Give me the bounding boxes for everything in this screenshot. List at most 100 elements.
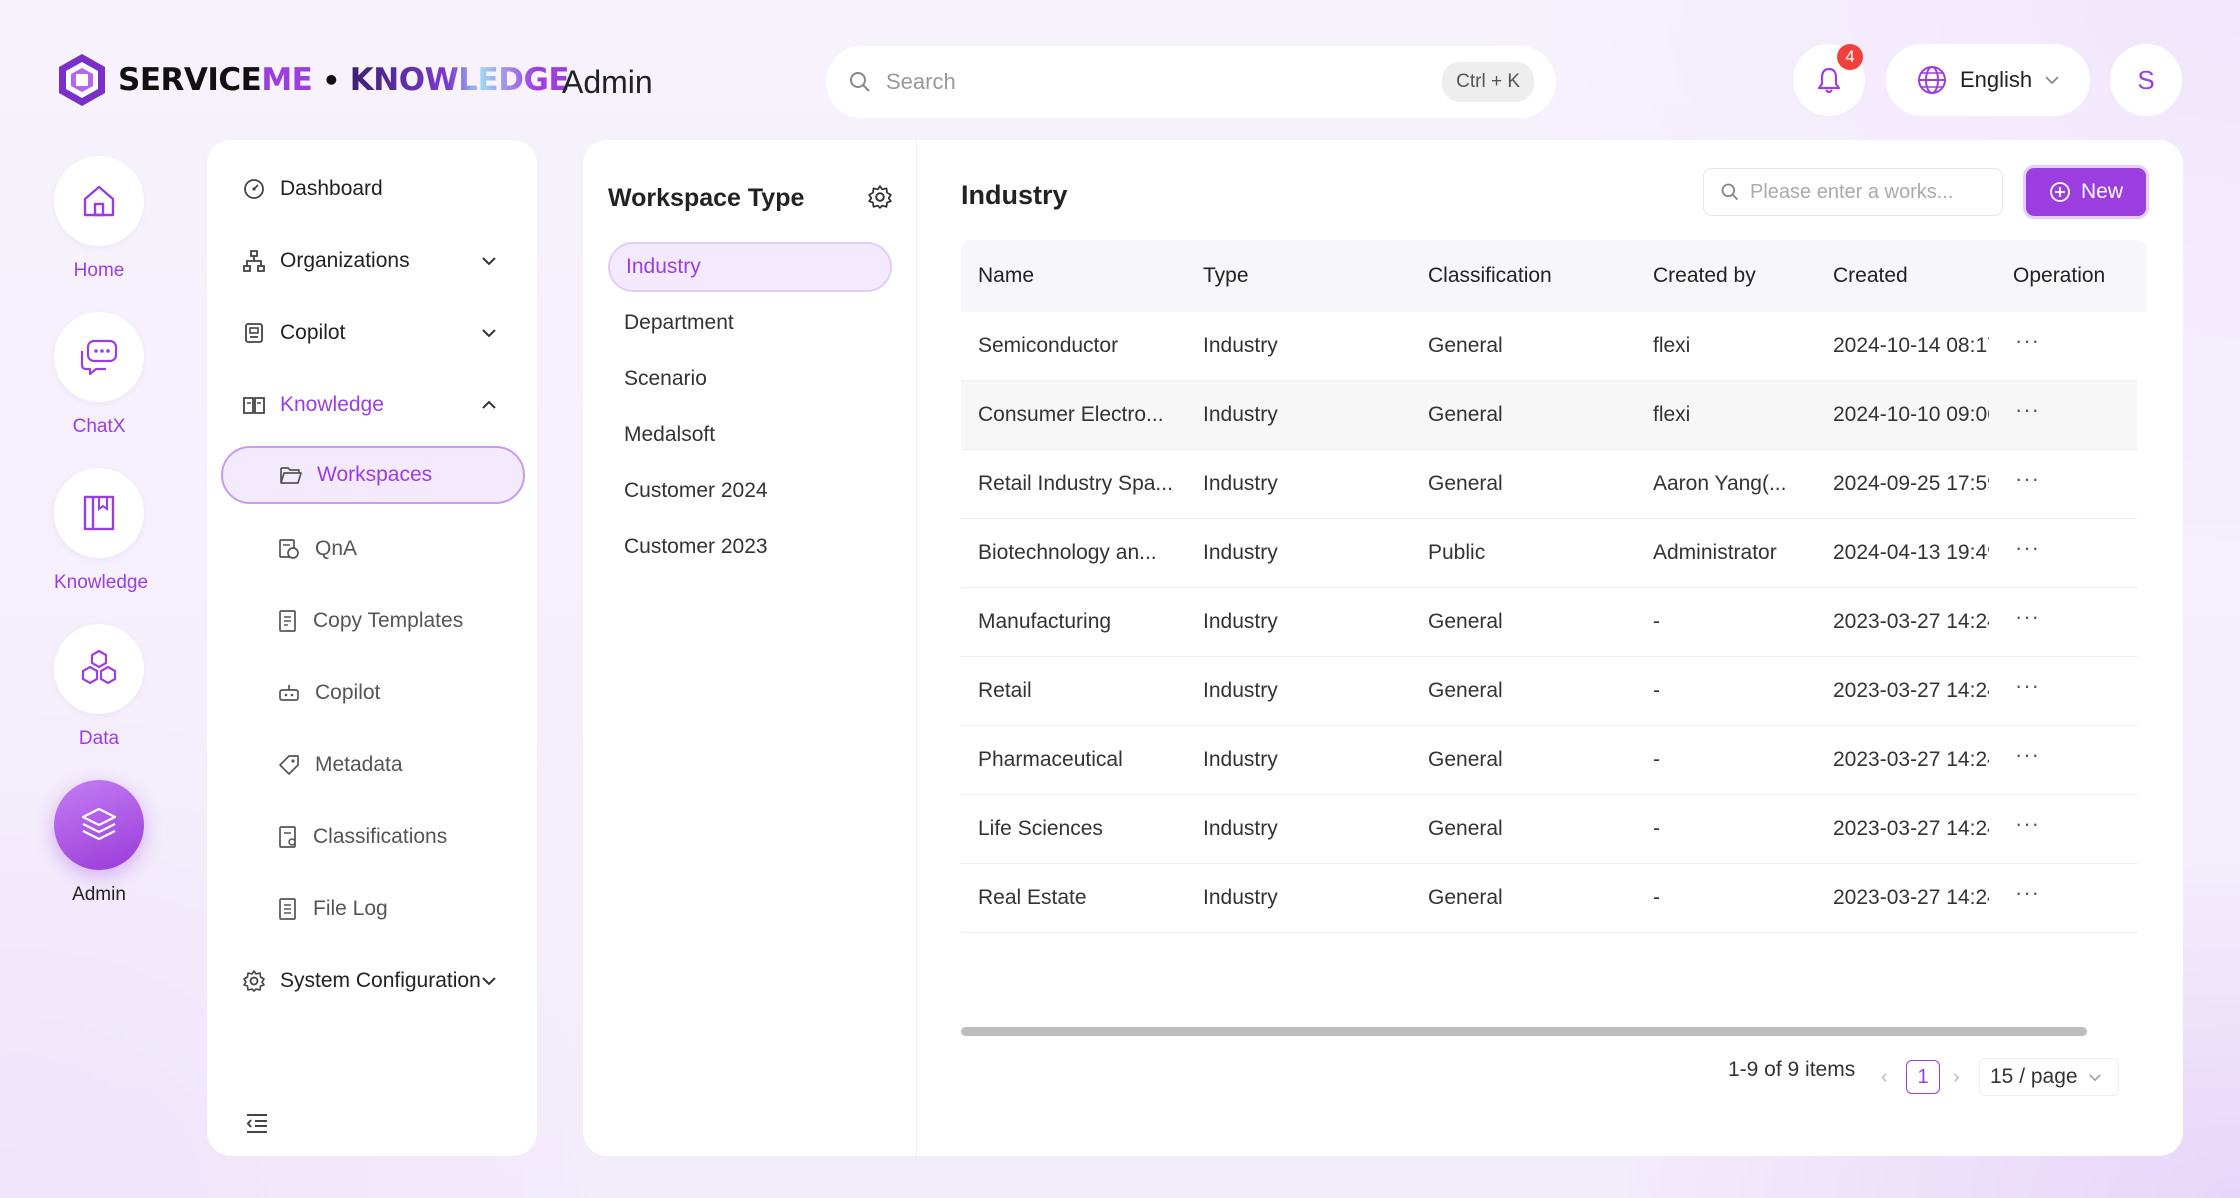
cell-name: Life Sciences — [978, 817, 1103, 840]
nav-file-log[interactable]: File Log — [221, 880, 525, 938]
brand-logo[interactable]: SERVICE ME • KNOWLEDGE — [56, 52, 570, 108]
globe-icon — [1916, 64, 1948, 96]
more-actions-icon[interactable]: ··· — [2015, 604, 2040, 630]
cell-name: Biotechnology an... — [978, 541, 1157, 564]
table-row[interactable]: Real Estate Industry General - 2023-03-2… — [961, 864, 2137, 933]
new-workspace-button[interactable]: New — [2026, 168, 2146, 216]
workspace-type-item[interactable]: Department — [608, 298, 892, 348]
table-row[interactable]: Semiconductor Industry General flexi 202… — [961, 312, 2137, 381]
gear-icon — [242, 969, 266, 993]
horizontal-scrollbar[interactable] — [961, 1027, 2087, 1036]
column-header[interactable]: Created — [1833, 264, 1908, 288]
column-header[interactable]: Classification — [1428, 264, 1552, 288]
workspace-type-settings-button[interactable] — [867, 184, 893, 210]
pagination-summary: 1-9 of 9 items — [1728, 1058, 1856, 1081]
more-actions-icon[interactable]: ··· — [2015, 673, 2040, 699]
collapse-sidebar-button[interactable] — [245, 1112, 269, 1134]
rail-label: Knowledge — [54, 572, 149, 593]
cell-type: Industry — [1203, 334, 1278, 357]
cell-created-by: - — [1653, 610, 1660, 633]
column-header[interactable]: Type — [1203, 264, 1249, 288]
more-actions-icon[interactable]: ··· — [2015, 742, 2040, 768]
column-header[interactable]: Name — [978, 264, 1034, 288]
user-avatar[interactable]: S — [2110, 44, 2182, 116]
table-row[interactable]: Pharmaceutical Industry General - 2023-0… — [961, 726, 2137, 795]
cell-created: 2023-03-27 14:24 — [1833, 886, 1989, 909]
bell-icon — [1814, 65, 1844, 95]
nav-label: Organizations — [280, 249, 410, 272]
workspace-type-item[interactable]: Scenario — [608, 354, 892, 404]
nav-system-configuration[interactable]: System Configuration — [242, 959, 517, 1003]
workspace-search-input[interactable]: Please enter a works... — [1750, 181, 1953, 204]
cell-created: 2023-03-27 14:24 — [1833, 610, 1989, 633]
workspace-type-item[interactable]: Industry — [608, 242, 892, 292]
workspace-type-item[interactable]: Customer 2024 — [608, 466, 892, 516]
language-selector[interactable]: English — [1886, 44, 2090, 116]
nav-workspaces[interactable]: Workspaces — [221, 446, 525, 504]
workspace-type-title: Workspace Type — [608, 184, 805, 212]
gear-icon — [867, 184, 893, 210]
home-icon — [79, 181, 119, 221]
column-header[interactable]: Operation — [2013, 264, 2105, 288]
page-size-select[interactable]: 15 / page — [1979, 1058, 2119, 1096]
table-row[interactable]: Consumer Electro... Industry General fle… — [961, 381, 2137, 450]
cell-classification: General — [1428, 610, 1503, 633]
more-actions-icon[interactable]: ··· — [2015, 328, 2040, 354]
rail-label: Data — [78, 728, 120, 749]
cell-classification: General — [1428, 403, 1503, 426]
bot-icon — [277, 682, 301, 704]
chat-icon — [78, 337, 120, 377]
cell-created: 2024-04-13 19:49 — [1833, 541, 1989, 564]
more-actions-icon[interactable]: ··· — [2015, 811, 2040, 837]
nav-copy-templates[interactable]: Copy Templates — [221, 592, 525, 650]
cell-created: 2023-03-27 14:24 — [1833, 748, 1989, 771]
notifications-button[interactable]: 4 — [1793, 44, 1865, 116]
nav-knowledge[interactable]: Knowledge — [242, 383, 517, 427]
page-title: Admin — [562, 64, 653, 100]
chevron-left-icon[interactable]: ‹ — [1881, 1066, 1888, 1089]
page-number-current[interactable]: 1 — [1906, 1060, 1940, 1094]
rail-home[interactable]: Home — [54, 156, 144, 282]
plus-circle-icon — [2049, 181, 2071, 203]
table-row[interactable]: Retail Industry Spa... Industry General … — [961, 450, 2137, 519]
nav-label: QnA — [315, 537, 358, 560]
rail-knowledge[interactable]: Knowledge — [54, 468, 149, 594]
workspace-type-item[interactable]: Customer 2023 — [608, 522, 892, 572]
column-header[interactable]: Created by — [1653, 264, 1756, 288]
folder-open-icon — [279, 464, 303, 486]
table-row[interactable]: Biotechnology an... Industry Public Admi… — [961, 519, 2137, 588]
more-actions-icon[interactable]: ··· — [2015, 466, 2040, 492]
chevron-down-icon — [481, 256, 497, 266]
global-search[interactable]: Search Ctrl + K — [826, 46, 1556, 118]
collapse-menu-icon — [245, 1112, 269, 1134]
rail-admin[interactable]: Admin — [54, 780, 144, 906]
nav-metadata[interactable]: Metadata — [221, 736, 525, 794]
tag-icon — [277, 753, 301, 777]
table-row[interactable]: Retail Industry General - 2023-03-27 14:… — [961, 657, 2137, 726]
search-input[interactable]: Search — [886, 69, 1442, 95]
more-actions-icon[interactable]: ··· — [2015, 397, 2040, 423]
more-actions-icon[interactable]: ··· — [2015, 535, 2040, 561]
chevron-right-icon[interactable]: › — [1953, 1066, 1960, 1089]
workspace-type-panel: Workspace Type Industry Department Scena… — [583, 140, 917, 1156]
rail-chatx[interactable]: ChatX — [54, 312, 144, 438]
shortcut-hint: Ctrl + K — [1442, 62, 1534, 102]
cell-classification: General — [1428, 472, 1503, 495]
nav-copilot[interactable]: Copilot — [242, 311, 517, 355]
workspace-search[interactable]: Please enter a works... — [1703, 168, 2003, 216]
admin-nav: Dashboard Organizations Copilot Knowledg… — [207, 140, 537, 1156]
rail-data[interactable]: Data — [54, 624, 144, 750]
nav-dashboard[interactable]: Dashboard — [242, 167, 517, 211]
layers-icon — [78, 805, 120, 845]
nav-copilot-sub[interactable]: Copilot — [221, 664, 525, 722]
workspace-type-item[interactable]: Medalsoft — [608, 410, 892, 460]
nav-label: Copilot — [280, 321, 346, 344]
table-row[interactable]: Manufacturing Industry General - 2023-03… — [961, 588, 2137, 657]
nav-qna[interactable]: QnA — [221, 520, 525, 578]
nav-organizations[interactable]: Organizations — [242, 239, 517, 283]
nav-label: Workspaces — [317, 463, 433, 486]
rail-label: Home — [73, 260, 125, 281]
nav-classifications[interactable]: Classifications — [221, 808, 525, 866]
more-actions-icon[interactable]: ··· — [2015, 880, 2040, 906]
table-row[interactable]: Life Sciences Industry General - 2023-03… — [961, 795, 2137, 864]
